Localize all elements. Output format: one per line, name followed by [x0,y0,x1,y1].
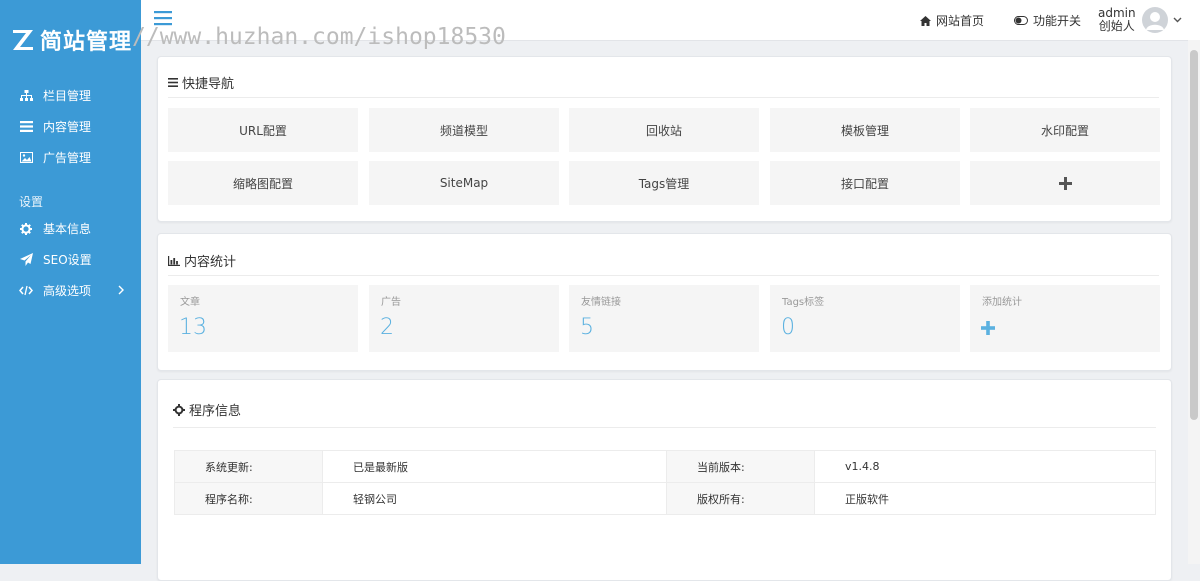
sidebar-item-label: 基本信息 [43,222,92,236]
sidebar: 简站管理 栏目管理 内容管理 广告管理 设置 基本信息 SEO设置 高级选项 [0,0,141,564]
sidebar-item-seo[interactable]: SEO设置 [0,244,141,275]
user-info[interactable]: admin 创始人 [1098,7,1136,33]
stat-add-button[interactable]: 添加统计 [970,285,1160,352]
logo-z-icon [13,30,33,50]
sidebar-item-label: 栏目管理 [43,89,92,103]
plus-icon [981,321,995,335]
stat-value: 2 [380,315,394,340]
stat-value: 0 [781,315,795,340]
quick-nav-title-text: 快捷导航 [182,77,235,92]
plus-icon [1058,176,1072,190]
home-icon [920,15,931,26]
sidebar-item-ads[interactable]: 广告管理 [0,142,141,173]
table-cell: v1.4.8 [814,450,1156,483]
logo-text: 简站管理 [40,29,133,55]
table-cell: 轻钢公司 [322,482,667,515]
image-icon [19,151,33,165]
stat-friend-links[interactable]: 友情链接 5 [569,285,759,352]
stat-articles[interactable]: 文章 13 [168,285,358,352]
sidebar-item-label: 广告管理 [43,151,92,165]
user-avatar-icon [1146,12,1164,30]
chevron-down-icon[interactable] [1173,15,1182,24]
sidebar-item-content[interactable]: 内容管理 [0,111,141,142]
table-cell: 已是最新版 [322,450,667,483]
table-cell: 当前版本: [666,450,815,483]
bars-icon [168,78,178,87]
sidebar-item-advanced[interactable]: 高级选项 [0,275,141,306]
table-cell: 正版软件 [814,482,1156,515]
avatar[interactable] [1142,7,1168,33]
stat-label: 友情链接 [581,297,621,308]
site-home-link[interactable]: 网站首页 [920,12,984,29]
quick-nav-add-button[interactable] [970,161,1160,205]
stat-label: 文章 [180,297,200,308]
quick-nav-panel: 快捷导航 URL配置 频道模型 回收站 模板管理 水印配置 缩略图配置 Site… [157,56,1172,222]
stat-value: 5 [580,315,594,340]
sidebar-item-label: 内容管理 [43,120,92,134]
vertical-scrollbar[interactable] [1188,40,1200,564]
table-cell: 系统更新: [174,450,323,483]
feature-toggle-link[interactable]: 功能开关 [1014,12,1081,29]
quick-nav-template-manage[interactable]: 模板管理 [770,108,960,152]
program-info-panel: 程序信息 系统更新: 已是最新版 当前版本: v1.4.8 程序名称: 轻钢公司… [157,379,1172,581]
watermark: //www.huzhan.com/ishop18530 [132,24,506,50]
quick-nav-sitemap[interactable]: SiteMap [369,161,559,205]
stat-label: 添加统计 [982,297,1022,308]
stat-label: Tags标签 [782,297,825,308]
content-stats-title: 内容统计 [168,251,236,270]
sidebar-item-label: SEO设置 [43,253,92,267]
stat-ads[interactable]: 广告 2 [369,285,559,352]
quick-nav-url-config[interactable]: URL配置 [168,108,358,152]
quick-nav-channel-model[interactable]: 频道模型 [369,108,559,152]
divider [173,427,1156,428]
quick-nav-watermark-config[interactable]: 水印配置 [970,108,1160,152]
divider [168,97,1159,98]
paper-plane-icon [19,253,33,267]
quick-nav-api-config[interactable]: 接口配置 [770,161,960,205]
table-cell: 版权所有: [666,482,815,515]
sidebar-item-label: 高级选项 [43,284,92,298]
stat-value: 13 [179,315,207,340]
sitemap-icon [19,89,33,103]
sidebar-item-basic-info[interactable]: 基本信息 [0,213,141,244]
scrollbar-thumb[interactable] [1190,50,1198,420]
gear-icon [19,222,33,236]
program-info-title-text: 程序信息 [189,404,242,419]
table-row: 系统更新: 已是最新版 当前版本: v1.4.8 [174,450,1156,483]
stat-tags[interactable]: Tags标签 0 [770,285,960,352]
sidebar-section-settings: 设置 [19,194,44,209]
quick-nav-title: 快捷导航 [168,73,234,92]
chevron-right-icon [118,285,124,295]
bar-chart-icon [168,255,180,266]
divider [168,275,1159,276]
table-row: 程序名称: 轻钢公司 版权所有: 正版软件 [174,482,1156,515]
quick-nav-recycle-bin[interactable]: 回收站 [569,108,759,152]
program-info-title: 程序信息 [173,400,241,419]
stat-label: 广告 [381,297,401,308]
quick-nav-tags-manage[interactable]: Tags管理 [569,161,759,205]
sidebar-nav: 栏目管理 内容管理 广告管理 设置 基本信息 SEO设置 高级选项 [0,80,141,306]
feature-toggle-label: 功能开关 [1033,14,1082,28]
site-home-label: 网站首页 [936,14,985,28]
program-info-table: 系统更新: 已是最新版 当前版本: v1.4.8 程序名称: 轻钢公司 版权所有… [174,450,1156,515]
user-role: 创始人 [1098,19,1135,33]
list-icon [19,120,33,134]
gear-icon [173,403,185,416]
table-cell: 程序名称: [174,482,323,515]
quick-nav-thumbnail-config[interactable]: 缩略图配置 [168,161,358,205]
logo[interactable]: 简站管理 [10,24,135,56]
code-icon [19,284,33,298]
sidebar-item-columns[interactable]: 栏目管理 [0,80,141,111]
content-stats-title-text: 内容统计 [184,255,237,270]
toggle-icon [1014,16,1028,25]
content-stats-panel: 内容统计 文章 13 广告 2 友情链接 5 Tags标签 0 添加统计 [157,233,1172,371]
